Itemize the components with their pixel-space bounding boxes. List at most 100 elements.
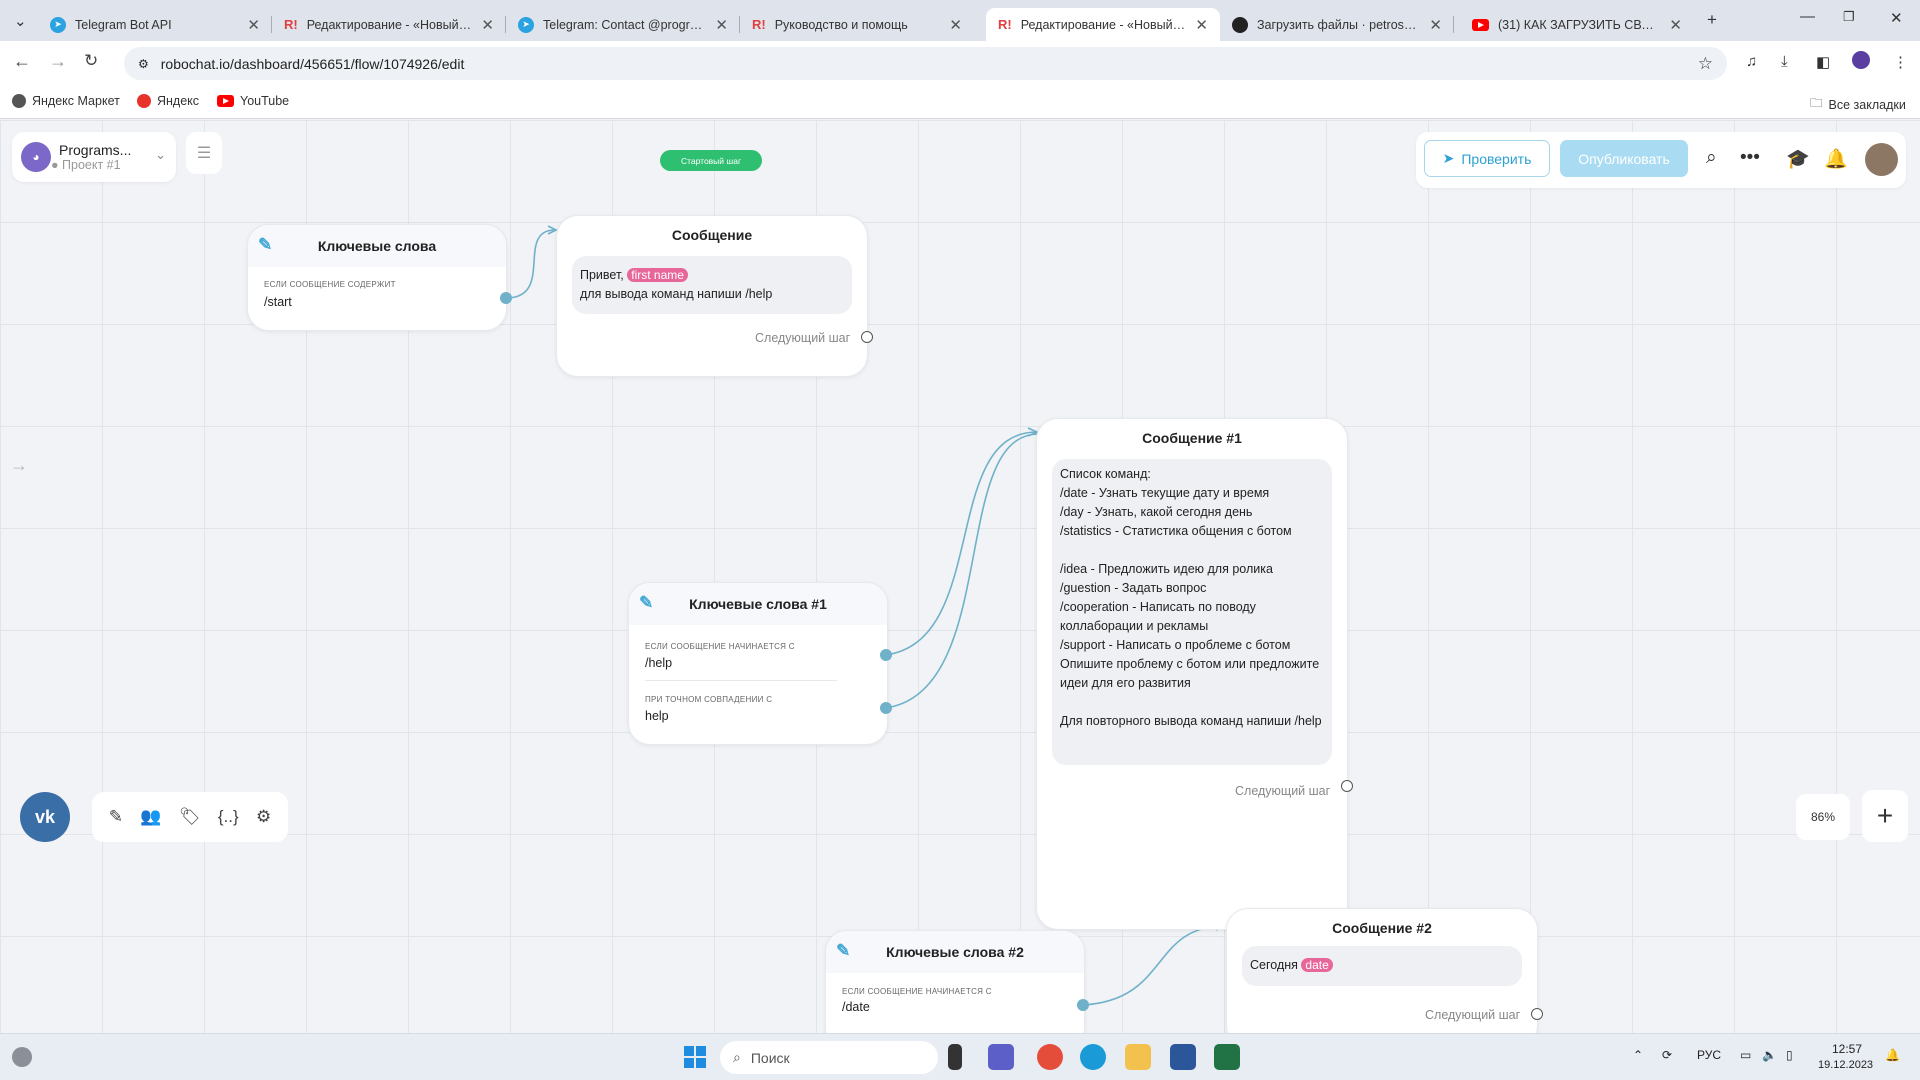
next-step-port[interactable] [861,331,873,343]
keywords-node[interactable]: ✎ Ключевые слова ЕСЛИ СООБЩЕНИЕ СОДЕРЖИТ … [247,224,507,331]
project-name: Programs... [59,142,132,158]
excel-icon[interactable] [1214,1044,1240,1070]
chrome-icon[interactable] [1037,1044,1063,1070]
arrow-right-icon[interactable]: → [10,455,28,476]
browser-tab[interactable]: R! Руководство и помощь ✕ [740,8,974,41]
message-node[interactable]: Сообщение #1 Список команд: /date - Узна… [1036,418,1348,930]
network-icon[interactable]: ▭ [1740,1048,1751,1062]
node-header: ✎ Ключевые слова [248,225,506,267]
check-button[interactable]: ➤ Проверить [1424,140,1550,177]
users-icon[interactable]: 👥 [140,807,161,827]
windows-start-icon[interactable] [684,1046,706,1068]
condition: ЕСЛИ СООБЩЕНИЕ СОДЕРЖИТ /start [264,280,396,309]
taskview-icon[interactable] [948,1044,962,1070]
teams-icon[interactable] [988,1044,1014,1070]
flow-canvas[interactable]: ◕ Programs... ● Проект #1 ⌄ ☰ ➤ Проверить… [0,120,1920,1033]
output-port[interactable] [1077,999,1089,1011]
clock-date[interactable]: 19.12.2023 [1818,1059,1873,1071]
close-tab-icon[interactable]: ✕ [481,16,494,34]
tray-chevron-icon[interactable]: ⌃ [1633,1048,1643,1062]
weather-icon[interactable] [12,1047,32,1067]
language-indicator[interactable]: РУС [1697,1048,1721,1062]
all-bookmarks[interactable]: 🗀 Все закладки [1810,94,1906,115]
message-node[interactable]: Сообщение Привет, first name для вывода … [556,215,868,377]
github-icon [1232,16,1248,33]
pencil-icon[interactable]: ✎ [836,941,850,961]
variables-icon[interactable]: {..} [218,807,239,827]
chevron-down-icon: ⌄ [155,147,166,162]
add-node-button[interactable]: + [1862,790,1908,842]
message-node[interactable]: Сообщение #2 Сегодня date Следующий шаг [1226,908,1538,1033]
user-avatar[interactable] [1865,143,1898,176]
media-icon[interactable]: ♫ [1746,53,1757,70]
new-tab-icon[interactable]: + [1707,10,1717,30]
sync-icon[interactable]: ⟳ [1662,1048,1672,1062]
next-step-port[interactable] [1531,1008,1543,1020]
reload-icon[interactable]: ↻ [84,51,98,71]
close-window-icon[interactable]: ✕ [1890,9,1903,27]
menu-icon[interactable]: ☰ [186,132,222,174]
condition: ЕСЛИ СООБЩЕНИЕ НАЧИНАЕТСЯ С /date [842,987,992,1014]
taskbar-search[interactable]: ⌕ Поиск [720,1041,938,1074]
output-port[interactable] [880,649,892,661]
forward-icon[interactable]: → [49,51,67,72]
bookmark-star-icon[interactable]: ☆ [1698,54,1713,74]
keywords-node[interactable]: ✎ Ключевые слова #1 ЕСЛИ СООБЩЕНИЕ НАЧИНА… [628,582,888,745]
kebab-menu-icon[interactable]: ⋮ [1893,53,1908,71]
bookmark-item[interactable]: Яндекс Маркет [12,94,120,108]
bookmark-item[interactable]: Яндекс [137,94,199,108]
next-step-label: Следующий шаг [1235,784,1331,798]
keywords-node[interactable]: ✎ Ключевые слова #2 ЕСЛИ СООБЩЕНИЕ НАЧИНА… [825,930,1085,1033]
pencil-icon[interactable]: ✎ [109,807,123,827]
clock-time[interactable]: 12:57 [1832,1042,1862,1056]
back-icon[interactable]: ← [13,51,31,72]
next-step-port[interactable] [1341,780,1353,792]
bookmarks-bar: Яндекс Маркет Яндекс YouTube 🗀 Все заклад… [0,86,1920,119]
more-icon[interactable]: ••• [1740,147,1760,169]
browser-tab[interactable]: Загрузить файлы · petrosyan7 ✕ [1220,8,1454,41]
browser-tab[interactable]: R! Редактирование - «Новый сц ✕ [272,8,506,41]
profile-icon[interactable] [1852,51,1870,69]
close-tab-icon[interactable]: ✕ [949,16,962,34]
browser-tab[interactable]: ➤ Telegram: Contact @program1 ✕ [506,8,740,41]
edge-icon[interactable] [1080,1044,1106,1070]
battery-icon[interactable]: ▯ [1786,1048,1793,1062]
download-icon[interactable]: ⤓ [1781,53,1788,70]
bookmark-item[interactable]: YouTube [217,94,289,108]
publish-button[interactable]: Опубликовать [1560,140,1688,177]
gear-icon[interactable]: ⚙ [256,807,271,827]
search-icon[interactable]: ⌕ [1706,147,1717,169]
bell-icon[interactable]: 🔔 [1824,147,1848,171]
youtube-icon [1472,18,1489,31]
word-icon[interactable] [1170,1044,1196,1070]
close-tab-icon[interactable]: ✕ [1195,16,1208,34]
vk-icon[interactable]: vk [20,792,70,842]
close-tab-icon[interactable]: ✕ [715,16,728,34]
connector-line [505,229,556,299]
pencil-icon[interactable]: ✎ [639,593,653,613]
restore-icon[interactable]: ❐ [1843,9,1855,25]
robochat-icon: R! [998,17,1012,32]
minimize-icon[interactable]: — [1800,8,1815,25]
node-title: Сообщение #2 [1332,920,1432,936]
zoom-level[interactable]: 86% [1796,794,1850,840]
address-bar[interactable]: ⚙ robochat.io/dashboard/456651/flow/1074… [124,47,1727,80]
close-tab-icon[interactable]: ✕ [247,16,260,34]
notifications-icon[interactable]: 🔔 [1885,1048,1900,1062]
output-port[interactable] [880,702,892,714]
browser-tab-active[interactable]: R! Редактирование - «Новый сц ✕ [986,8,1220,41]
site-info-icon[interactable]: ⚙ [138,57,149,71]
output-port[interactable] [500,292,512,304]
tag-icon[interactable]: 🏷 [179,807,201,827]
project-selector[interactable]: ◕ Programs... ● Проект #1 ⌄ [12,132,176,182]
explorer-icon[interactable] [1125,1044,1151,1070]
close-tab-icon[interactable]: ✕ [1429,16,1442,34]
close-tab-icon[interactable]: ✕ [1669,16,1682,34]
browser-tab[interactable]: (31) КАК ЗАГРУЗИТЬ СВОЙ ПР✕ [1460,8,1694,41]
browser-tab[interactable]: ➤ Telegram Bot API ✕ [38,8,272,41]
sidepanel-icon[interactable]: ◧ [1816,53,1830,71]
pencil-icon[interactable]: ✎ [258,235,272,255]
tab-search-icon[interactable]: ⌄ [14,12,27,30]
graduation-cap-icon[interactable]: 🎓 [1786,147,1810,171]
volume-icon[interactable]: 🔈 [1762,1048,1777,1062]
